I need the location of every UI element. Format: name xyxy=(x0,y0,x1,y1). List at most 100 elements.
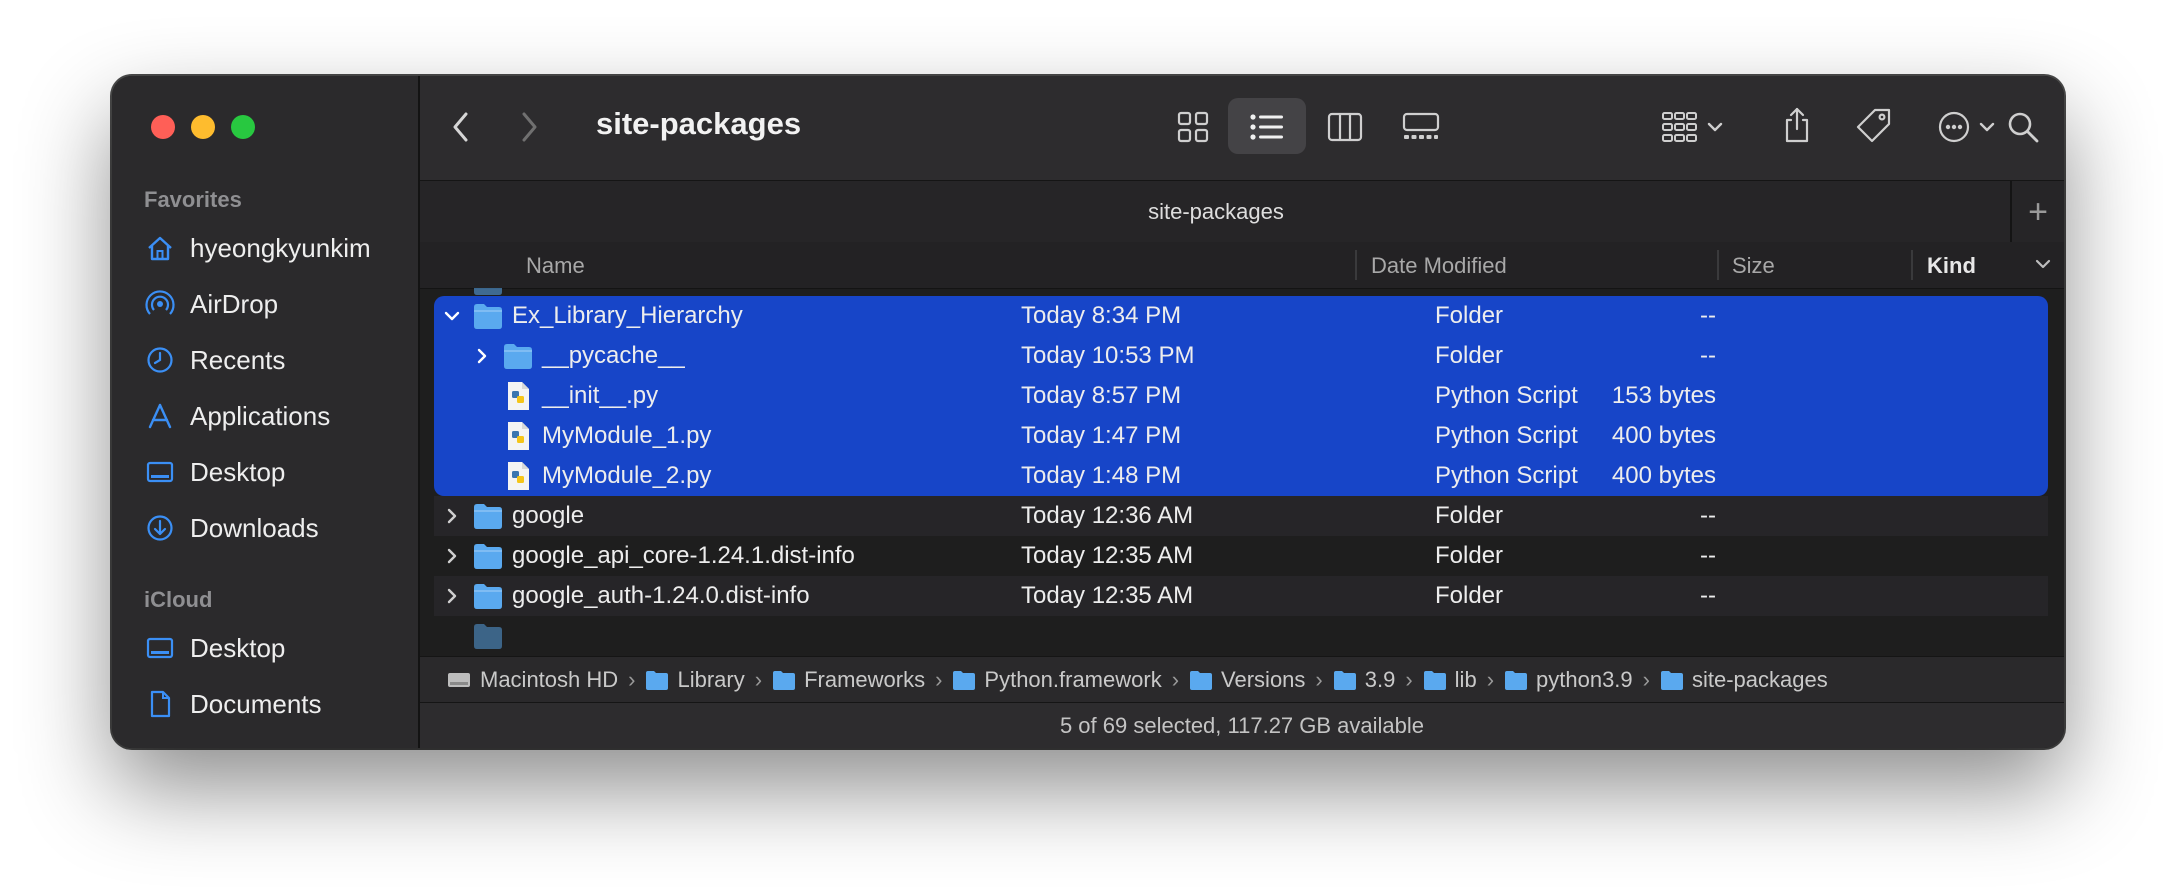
forward-button[interactable] xyxy=(508,106,550,148)
tag-button[interactable] xyxy=(1850,102,1898,150)
folder-icon xyxy=(773,670,796,690)
path-separator-icon: › xyxy=(935,666,943,692)
file-name: Ex_Library_Hierarchy xyxy=(512,302,743,329)
file-name: MyModule_1.py xyxy=(542,422,712,449)
gallery-view-button[interactable] xyxy=(1396,104,1446,150)
file-size: -- xyxy=(1700,342,1716,369)
table-row[interactable]: __pycache__ Today 10:53 PM -- Folder xyxy=(434,336,2048,376)
document-icon xyxy=(144,688,176,720)
column-date-modified[interactable]: Date Modified xyxy=(1371,253,1507,279)
table-row[interactable]: Ex_Library_Hierarchy Today 8:34 PM -- Fo… xyxy=(434,296,2048,336)
path-item[interactable]: 3.9 xyxy=(1333,666,1396,693)
back-button[interactable] xyxy=(440,106,482,148)
sidebar-item-desktop[interactable]: Desktop xyxy=(144,450,404,494)
table-row[interactable]: google_api_core-1.24.1.dist-info Today 1… xyxy=(434,536,2048,576)
file-size: 400 bytes xyxy=(1611,422,1716,449)
sidebar-item-recents[interactable]: Recents xyxy=(144,338,404,382)
file-name: __init__.py xyxy=(542,382,659,409)
file-date: Today 10:53 PM xyxy=(1021,342,1195,369)
column-view-button[interactable] xyxy=(1322,104,1368,150)
file-size: -- xyxy=(1700,542,1716,569)
list-item-partial[interactable] xyxy=(434,616,2048,656)
disclosure-collapsed-icon[interactable] xyxy=(440,504,464,528)
file-name: google_api_core-1.24.1.dist-info xyxy=(512,542,855,569)
tab-bar: site-packages + xyxy=(420,180,2064,244)
file-list: Ex_Library_Hierarchy Today 8:34 PM -- Fo… xyxy=(420,288,2064,656)
new-tab-button[interactable]: + xyxy=(2010,181,2064,243)
table-row[interactable]: MyModule_2.py Today 1:48 PM 400 bytes Py… xyxy=(434,456,2048,496)
path-item[interactable]: Macintosh HD xyxy=(446,667,618,693)
folder-icon xyxy=(1423,670,1446,690)
file-date: Today 12:35 AM xyxy=(1021,582,1194,609)
columns-icon xyxy=(1327,112,1363,142)
table-row[interactable]: __init__.py Today 8:57 PM 153 bytes Pyth… xyxy=(434,376,2048,416)
sidebar: Favorites hyeongkyunkim AirDrop Recents … xyxy=(112,76,420,748)
minimize-window-button[interactable] xyxy=(191,115,215,139)
column-size[interactable]: Size xyxy=(1732,253,1775,279)
list-view-button[interactable] xyxy=(1244,104,1290,150)
toolbar: site-packages xyxy=(420,76,2064,180)
path-item[interactable]: Versions xyxy=(1189,667,1305,693)
maximize-window-button[interactable] xyxy=(231,115,255,139)
tab-site-packages[interactable]: site-packages xyxy=(420,199,2012,225)
disclosure-collapsed-icon[interactable] xyxy=(440,584,464,608)
table-row[interactable]: google Today 12:36 AM -- Folder xyxy=(434,496,2048,536)
path-item[interactable]: Python.framework xyxy=(952,667,1162,693)
ellipsis-circle-icon xyxy=(1938,111,1995,143)
path-item[interactable]: python3.9 xyxy=(1504,667,1633,693)
sidebar-item-airdrop[interactable]: AirDrop xyxy=(144,282,404,326)
chevron-right-icon xyxy=(522,112,537,142)
downloads-icon xyxy=(144,512,176,544)
column-separator[interactable] xyxy=(1911,250,1913,280)
sidebar-item-icloud-documents[interactable]: Documents xyxy=(144,682,404,726)
folder-icon xyxy=(472,621,504,651)
folder-icon xyxy=(472,581,504,611)
finder-window: Favorites hyeongkyunkim AirDrop Recents … xyxy=(112,76,2064,748)
file-kind: Folder xyxy=(1435,502,1504,529)
file-date: Today 8:57 PM xyxy=(1021,382,1182,409)
table-row[interactable]: MyModule_1.py Today 1:47 PM 400 bytes Py… xyxy=(434,416,2048,456)
sidebar-item-label: Applications xyxy=(190,400,331,431)
disclosure-expanded-icon[interactable] xyxy=(440,304,464,328)
home-icon xyxy=(144,232,176,264)
python-file-icon xyxy=(502,381,534,411)
close-window-button[interactable] xyxy=(151,115,175,139)
path-item-label: 3.9 xyxy=(1364,666,1396,692)
folder-icon xyxy=(1190,670,1213,690)
group-by-button[interactable] xyxy=(1660,104,1732,150)
column-separator[interactable] xyxy=(1717,250,1719,280)
sidebar-item-applications[interactable]: Applications xyxy=(144,394,404,438)
path-item[interactable]: Library xyxy=(645,667,745,693)
share-button[interactable] xyxy=(1774,100,1820,150)
path-item[interactable]: Frameworks xyxy=(772,667,925,693)
path-item-label: Versions xyxy=(1221,666,1306,692)
desktop-icon xyxy=(144,456,176,488)
folder-icon xyxy=(472,501,504,531)
table-row[interactable]: google_auth-1.24.0.dist-info Today 12:35… xyxy=(434,576,2048,616)
column-separator[interactable] xyxy=(1355,250,1357,280)
file-name: google_auth-1.24.0.dist-info xyxy=(512,582,810,609)
file-name: __pycache__ xyxy=(542,342,685,369)
sidebar-item-label: Desktop xyxy=(190,632,286,663)
sort-chevron-down-icon[interactable] xyxy=(2034,254,2052,279)
sidebar-item-home[interactable]: hyeongkyunkim xyxy=(144,226,404,270)
more-actions-button[interactable] xyxy=(1934,104,2006,150)
disclosure-collapsed-icon[interactable] xyxy=(470,344,494,368)
sidebar-item-downloads[interactable]: Downloads xyxy=(144,506,404,550)
path-item[interactable]: site-packages xyxy=(1660,667,1828,693)
column-kind[interactable]: Kind xyxy=(1927,253,1976,279)
disclosure-collapsed-icon[interactable] xyxy=(440,544,464,568)
path-item[interactable]: lib xyxy=(1423,667,1477,693)
sidebar-item-icloud-desktop[interactable]: Desktop xyxy=(144,626,404,670)
tag-icon xyxy=(1856,108,1891,143)
airdrop-icon xyxy=(144,288,176,320)
search-button[interactable] xyxy=(2000,104,2046,150)
disk-icon xyxy=(448,672,470,687)
icon-view-button[interactable] xyxy=(1170,104,1216,150)
folder-icon xyxy=(472,301,504,331)
sidebar-item-label: hyeongkyunkim xyxy=(190,232,371,263)
column-name[interactable]: Name xyxy=(526,253,585,279)
folder-icon xyxy=(646,670,669,690)
gallery-icon xyxy=(1402,112,1440,139)
status-bar: 5 of 69 selected, 117.27 GB available xyxy=(420,702,2064,748)
